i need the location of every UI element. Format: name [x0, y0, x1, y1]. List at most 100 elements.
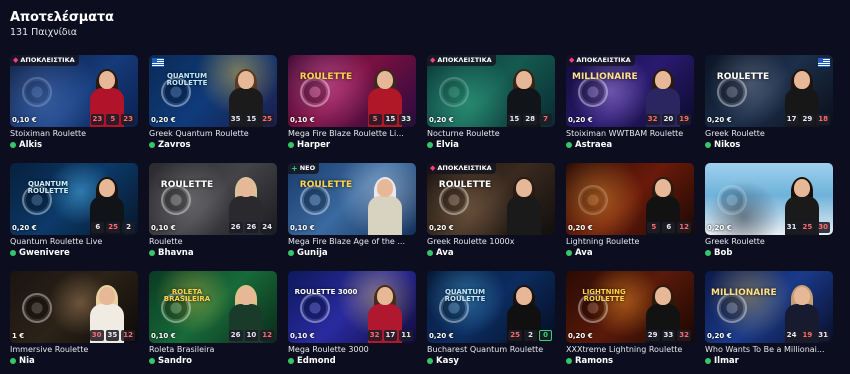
games-grid: ◆ ΑΠΟΚΛΕΙΣΤΙΚΑ 0,10 €23 5 23 Stoiximan Roulet… [10, 55, 846, 374]
game-card[interactable]: MILLIONAIRE 0,20 € 24 19 31 Who Wants To Be a… [705, 271, 833, 374]
online-status-icon [566, 142, 572, 148]
game-title[interactable]: XXXtreme Lightning Roulette [566, 345, 682, 354]
min-bet: 0,20 € [151, 116, 176, 124]
game-title[interactable]: Greek Roulette [705, 129, 765, 138]
game-thumbnail[interactable]: ◆ ΑΠΟΚΛΕΙΣΤΙΚΑ 0,10 € 23 5 23 [10, 55, 138, 127]
game-card[interactable]: ROULETTE ◆ ΑΠΟΚΛΕΙΣΤΙΚΑ 0,20 € Greek Roulett… [427, 163, 555, 271]
dealer-label: Bob [714, 248, 733, 258]
game-card[interactable]: 0,20 € 31 25 30 Greek Roulette Bob [705, 163, 833, 271]
greek-flag-icon [818, 58, 830, 67]
dealer-label: Ramons [575, 356, 614, 366]
game-title[interactable]: Roulette [149, 237, 183, 246]
game-title[interactable]: Quantum Roulette Live [10, 237, 102, 246]
dealer-name: Kasy [427, 356, 459, 366]
game-thumbnail[interactable]: ROULETTE ◆ ΑΠΟΚΛΕΙΣΤΙΚΑ 0,20 € [427, 163, 555, 235]
exclusive-badge: ◆ ΑΠΟΚΛΕΙΣΤΙΚΑ [427, 163, 496, 174]
dealer-name: Edmond [288, 356, 336, 366]
result-number: 32 [677, 330, 691, 341]
game-card[interactable]: MILLIONAIRE ◆ ΑΠΟΚΛΕΙΣΤΙΚΑ 0,20 € 32 20 19 Stoi… [566, 55, 694, 163]
game-thumbnail[interactable]: 0,20 € 31 25 30 [705, 163, 833, 235]
game-card[interactable]: 1 €30 35 12 Immersive Roulette Nia [10, 271, 138, 374]
dealer-name: Bob [705, 248, 732, 258]
dealer-name: Zavros [149, 140, 191, 150]
game-card[interactable]: ROULETTE 0,20 € 17 29 18 Greek Roulette Nikos [705, 55, 833, 163]
game-title[interactable]: Stoiximan WWTBAM Roulette [566, 129, 683, 138]
result-number: 24 [784, 330, 799, 341]
game-thumbnail[interactable]: ROLETA BRASILEIRA 0,10 € 26 10 12 [149, 271, 277, 343]
game-thumbnail[interactable]: QUANTUM ROULETTE 0,20 € 25 2 0 [427, 271, 555, 343]
game-thumbnail[interactable]: MILLIONAIRE 0,20 € 24 19 31 [705, 271, 833, 343]
result-number: 29 [800, 114, 815, 125]
result-number: 18 [816, 114, 830, 125]
games-count: 131 Παιχνίδια [10, 27, 78, 38]
game-thumbnail[interactable]: ROULETTE + ΝΕΟ 0,10 € [288, 163, 416, 235]
game-card[interactable]: ◆ ΑΠΟΚΛΕΙΣΤΙΚΑ 0,20 € 15 28 7 Nocturne Roulett… [427, 55, 555, 163]
result-number: 23 [121, 114, 135, 125]
game-title[interactable]: Stoiximan Roulette [10, 129, 86, 138]
game-logo: ROULETTE 3000 [294, 288, 358, 296]
badge-label: ΑΠΟΚΛΕΙΣΤΙΚΑ [437, 164, 492, 172]
game-card[interactable]: ROULETTE 0,10 € 5 15 33 Mega Fire Blaze Roule… [288, 55, 416, 163]
recent-results: 23 5 23 [90, 114, 135, 125]
game-card[interactable]: ROULETTE 3000 0,10 € 32 17 11 Mega Roulette 3… [288, 271, 416, 374]
game-thumbnail[interactable]: MILLIONAIRE ◆ ΑΠΟΚΛΕΙΣΤΙΚΑ 0,20 € 32 20 19 [566, 55, 694, 127]
dealer-name: Harper [288, 140, 330, 150]
recent-results: 26 10 12 [228, 330, 274, 341]
game-logo: ROULETTE [438, 180, 492, 190]
game-title[interactable]: Mega Roulette 3000 [288, 345, 369, 354]
game-thumbnail[interactable]: ROULETTE 0,20 € 17 29 18 [705, 55, 833, 127]
dealer-label: Astraea [575, 140, 613, 150]
game-title[interactable]: Mega Fire Blaze Roulette Li... [288, 129, 404, 138]
game-thumbnail[interactable]: ◆ ΑΠΟΚΛΕΙΣΤΙΚΑ 0,20 € 15 28 7 [427, 55, 555, 127]
game-card[interactable]: ROULETTE + ΝΕΟ 0,10 € Mega Fire Blaze Age of… [288, 163, 416, 271]
greek-flag-icon [152, 58, 164, 67]
game-card[interactable]: QUANTUM ROULETTE 0,20 € 6 25 2 Quantum Roulet… [10, 163, 138, 271]
game-title[interactable]: Roleta Brasileira [149, 345, 214, 354]
dealer-name: Nia [10, 356, 35, 366]
game-title[interactable]: Who Wants To Be a Millionai... [705, 345, 825, 354]
game-title[interactable]: Greek Quantum Roulette [149, 129, 249, 138]
game-thumbnail[interactable]: 0,20 € 5 6 12 [566, 163, 694, 235]
game-card[interactable]: 0,20 € 5 6 12 Lightning Roulette Ava [566, 163, 694, 271]
badge-label: ΑΠΟΚΛΕΙΣΤΙΚΑ [20, 56, 75, 64]
recent-results: 32 20 19 [645, 114, 691, 125]
game-title[interactable]: Bucharest Quantum Roulette [427, 345, 543, 354]
game-thumbnail[interactable]: QUANTUM ROULETTE 0,20 € 6 25 2 [10, 163, 138, 235]
game-card[interactable]: LIGHTNING ROULETTE 0,20 € 29 33 32 XXXtreme L… [566, 271, 694, 374]
game-thumbnail[interactable]: QUANTUM ROULETTE 0,20 € 35 15 25 [149, 55, 277, 127]
dealer-name: Ava [566, 248, 593, 258]
game-thumbnail[interactable]: ROULETTE 0,10 € 5 15 33 [288, 55, 416, 127]
result-number: 2 [122, 222, 135, 233]
recent-results: 35 15 25 [228, 114, 274, 125]
recent-results: 15 28 7 [507, 114, 552, 125]
game-card[interactable]: ROLETA BRASILEIRA 0,10 € 26 10 12 Roleta Bras… [149, 271, 277, 374]
game-card[interactable]: ROULETTE 0,10 €26 26 24 Roulette Bhavna [149, 163, 277, 271]
game-title[interactable]: Mega Fire Blaze Age of the ... [288, 237, 405, 246]
diamond-icon: ◆ [430, 56, 436, 64]
game-title[interactable]: Nocturne Roulette [427, 129, 500, 138]
game-thumbnail[interactable]: 1 € 30 35 12 [10, 271, 138, 343]
game-title[interactable]: Immersive Roulette [10, 345, 88, 354]
online-status-icon [288, 358, 294, 364]
dealer-label: Bhavna [158, 248, 194, 258]
game-card[interactable]: QUANTUM ROULETTE 0,20 € 25 2 0 Bucharest Quan… [427, 271, 555, 374]
game-thumbnail[interactable]: ROULETTE 0,10 €26 26 24 [149, 163, 277, 235]
game-title[interactable]: Lightning Roulette [566, 237, 639, 246]
game-card[interactable]: ◆ ΑΠΟΚΛΕΙΣΤΙΚΑ 0,10 € 23 5 23 Stoiximan Roulet… [10, 55, 138, 163]
game-logo: QUANTUM ROULETTE [444, 288, 486, 303]
diamond-icon: ◆ [569, 56, 575, 64]
game-title[interactable]: Greek Roulette [705, 237, 765, 246]
online-status-icon [705, 250, 711, 256]
game-title[interactable]: Greek Roulette 1000x [427, 237, 514, 246]
min-bet: 0,20 € [707, 224, 732, 232]
dealer-name: Bhavna [149, 248, 194, 258]
result-number: 35 [228, 114, 243, 125]
game-thumbnail[interactable]: LIGHTNING ROULETTE 0,20 € 29 33 32 [566, 271, 694, 343]
dealer-name: Ava [427, 248, 454, 258]
game-thumbnail[interactable]: ROULETTE 3000 0,10 € 32 17 11 [288, 271, 416, 343]
dealer-label: Gwenivere [19, 248, 70, 258]
online-status-icon [10, 142, 16, 148]
online-status-icon [566, 358, 572, 364]
result-number: 32 [367, 330, 382, 341]
game-card[interactable]: QUANTUM ROULETTE 0,20 € 35 15 25 Greek Quantu… [149, 55, 277, 163]
